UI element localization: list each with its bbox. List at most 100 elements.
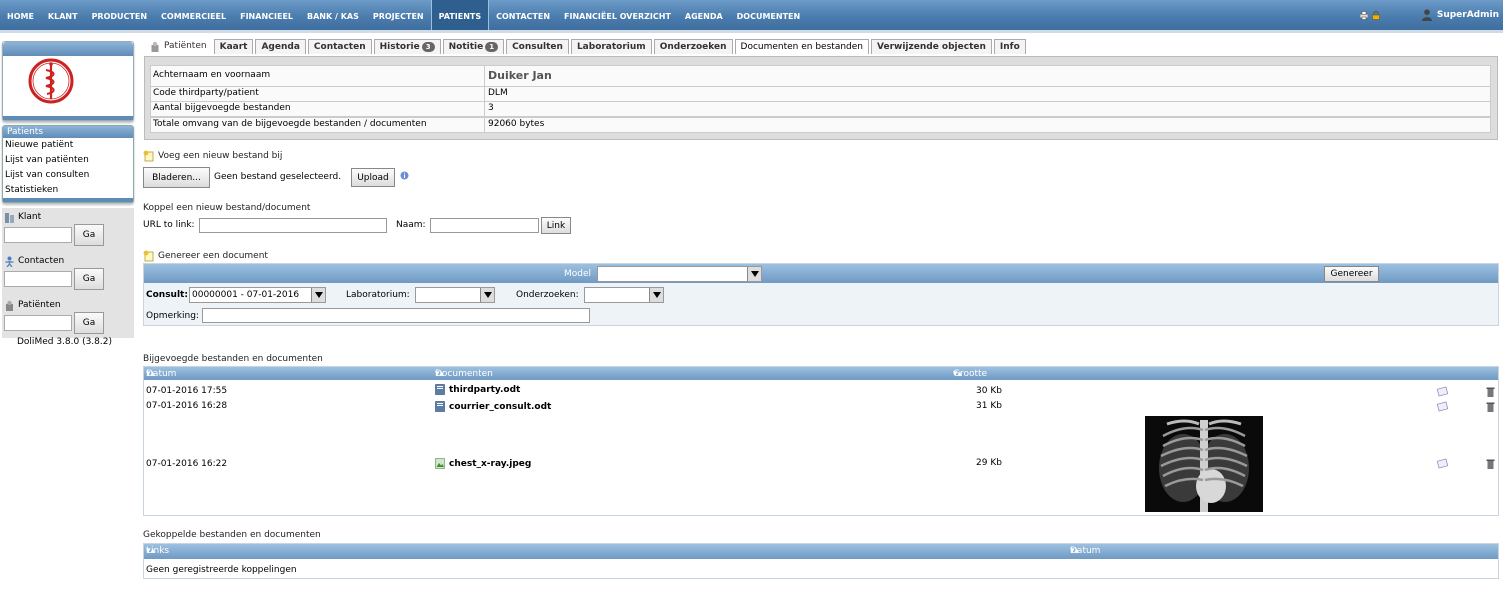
lock-icon[interactable] (1372, 10, 1380, 20)
table-row: 07-01-2016 16:28 courrier_consult.odt 31… (144, 400, 1498, 416)
search-klant-input[interactable] (4, 227, 72, 243)
tab-laboratorium-label: Laboratorium (576, 42, 646, 52)
tab-verwijzende-objecten[interactable]: Verwijzende objecten (871, 39, 992, 54)
search-contacten-button[interactable]: Ga (74, 268, 104, 290)
building-icon (5, 212, 14, 223)
sort-arrows-icon[interactable]: ▾▴ (435, 369, 444, 379)
preview-icon[interactable] (1437, 458, 1448, 469)
tab-documenten-en-bestanden[interactable]: Documenten en bestanden (734, 39, 869, 54)
trash-icon[interactable] (1485, 386, 1496, 397)
consult-label: Consult: (146, 290, 188, 300)
model-select[interactable] (597, 266, 762, 282)
tab-kaart[interactable]: Kaart (213, 39, 254, 54)
file-link[interactable]: courrier_consult.odt (435, 401, 551, 412)
print-icon[interactable] (1359, 10, 1368, 20)
file-name: thirdparty.odt (449, 384, 521, 395)
tab-onderzoeken-label: Onderzoeken (659, 42, 727, 52)
search-klant-label: Klant (18, 212, 42, 222)
search-patienten-button[interactable]: Ga (74, 312, 104, 334)
top-menu-projecten[interactable]: Projecten (366, 0, 431, 30)
info-row-count: Aantal bijgevoegde bestanden 3 (150, 101, 1491, 117)
search-contacten-input[interactable] (4, 271, 72, 287)
sort-arrows-icon[interactable]: ▾▴ (1070, 546, 1079, 556)
sort-arrows-icon[interactable]: ▾▴ (146, 369, 155, 379)
sort-arrows-icon[interactable]: ▾▴ (146, 546, 155, 556)
search-contacten: Contacten Ga (4, 254, 132, 290)
preview-icon[interactable] (1437, 401, 1448, 412)
tab-laboratorium[interactable]: Laboratorium (570, 39, 652, 54)
left-sidebar: Patients Nieuwe patiënt Lijst van patiën… (2, 41, 134, 338)
top-menu-financieel[interactable]: Financieel (233, 0, 300, 30)
odt-document-icon (435, 384, 445, 395)
top-menu: Home Klant Producten Commercieel Financi… (0, 0, 807, 30)
generate-button[interactable]: Genereer (1324, 266, 1379, 282)
user-menu[interactable]: SuperAdmin (1421, 9, 1499, 21)
menu-item-patient-list[interactable]: Lijst van patiënten (3, 153, 133, 168)
links-title-text: Gekoppelde bestanden en documenten (143, 530, 321, 540)
tab-historie[interactable]: Historie 3 (373, 39, 441, 54)
link-button[interactable]: Link (541, 217, 571, 234)
top-menu-producten[interactable]: Producten (85, 0, 154, 30)
patient-icon (151, 41, 159, 52)
file-link[interactable]: chest_x-ray.jpeg (435, 458, 531, 469)
browse-button[interactable]: Bladeren... (143, 167, 210, 188)
link-name-input[interactable] (430, 218, 539, 233)
top-menu-documenten[interactable]: Documenten (730, 0, 808, 30)
tab-agenda[interactable]: Agenda (255, 39, 306, 54)
trash-icon[interactable] (1485, 458, 1496, 469)
top-menu-bank-kas[interactable]: Bank / Kas (300, 0, 366, 30)
search-patienten-label: Patiënten (18, 300, 61, 310)
upload-button[interactable]: Upload (351, 168, 395, 187)
lab-select[interactable] (415, 287, 495, 303)
tab-contacten[interactable]: Contacten (307, 39, 372, 54)
top-menu-commercieel[interactable]: Commercieel (154, 0, 233, 30)
file-name: chest_x-ray.jpeg (449, 458, 532, 469)
url-input[interactable] (199, 218, 387, 233)
patient-name: Duiker Jan (488, 69, 552, 82)
search-klant-button[interactable]: Ga (74, 224, 104, 246)
remark-input[interactable] (202, 308, 590, 323)
tab-notitie[interactable]: Notitie 1 (442, 39, 505, 54)
link-section-title: Koppel een nieuw bestand/document (143, 203, 310, 213)
tab-info[interactable]: Info (993, 39, 1026, 54)
medical-caduceus-logo-icon[interactable] (27, 57, 75, 105)
top-menu-financieel-overzicht[interactable]: Financiëel overzicht (557, 0, 678, 30)
file-link[interactable]: thirdparty.odt (435, 384, 520, 395)
trash-icon[interactable] (1485, 401, 1496, 412)
tab-documenten-label: Documenten en bestanden (740, 42, 863, 52)
patients-menu-title[interactable]: Patients (3, 126, 133, 138)
odt-document-icon (435, 401, 445, 412)
preview-icon[interactable] (1437, 386, 1448, 397)
info-icon[interactable] (400, 171, 409, 180)
top-tools: SuperAdmin (1359, 0, 1503, 30)
generate-title-text: Genereer een document (158, 251, 268, 261)
top-menu-patients[interactable]: Patients (430, 0, 490, 30)
contact-icon (5, 256, 14, 267)
tab-consulten[interactable]: Consulten (506, 39, 569, 54)
link-title-text: Koppel een nieuw bestand/document (143, 203, 311, 213)
tab-onderzoeken[interactable]: Onderzoeken (653, 39, 733, 54)
model-label: Model (564, 269, 592, 279)
consult-select[interactable]: 00000001 - 07-01-2016 (189, 287, 326, 303)
top-menu-agenda[interactable]: Agenda (678, 0, 730, 30)
search-klant: Klant Ga (4, 210, 132, 246)
tabs-title-label: Patiënten (164, 40, 207, 51)
sort-arrows-icon[interactable]: ▾▴ (953, 369, 962, 379)
search-patienten-input[interactable] (4, 315, 72, 331)
top-menu-home[interactable]: Home (0, 0, 41, 30)
file-date: 07-01-2016 16:28 (146, 401, 228, 411)
patient-info-table: Achternaam en voornaam Duiker Jan Code t… (144, 56, 1498, 140)
file-size: 31 Kb (976, 401, 1002, 411)
tab-historie-badge: 3 (421, 42, 435, 52)
exam-select[interactable] (584, 287, 664, 303)
search-contacten-label: Contacten (18, 256, 65, 266)
generate-section-title: Genereer een document (143, 250, 268, 262)
menu-item-statistics[interactable]: Statistieken (3, 183, 133, 198)
menu-item-new-patient[interactable]: Nieuwe patiënt (3, 138, 133, 153)
quick-search-box: Klant Ga Contacten Ga Patiënten Ga (2, 208, 134, 338)
top-menu-contacten[interactable]: Contacten (489, 0, 557, 30)
xray-thumbnail-image[interactable] (1145, 416, 1263, 512)
record-tabs: Patiënten Kaart Agenda Contacten Histori… (150, 39, 1028, 54)
top-menu-klant[interactable]: Klant (41, 0, 85, 30)
menu-item-consult-list[interactable]: Lijst van consulten (3, 168, 133, 183)
